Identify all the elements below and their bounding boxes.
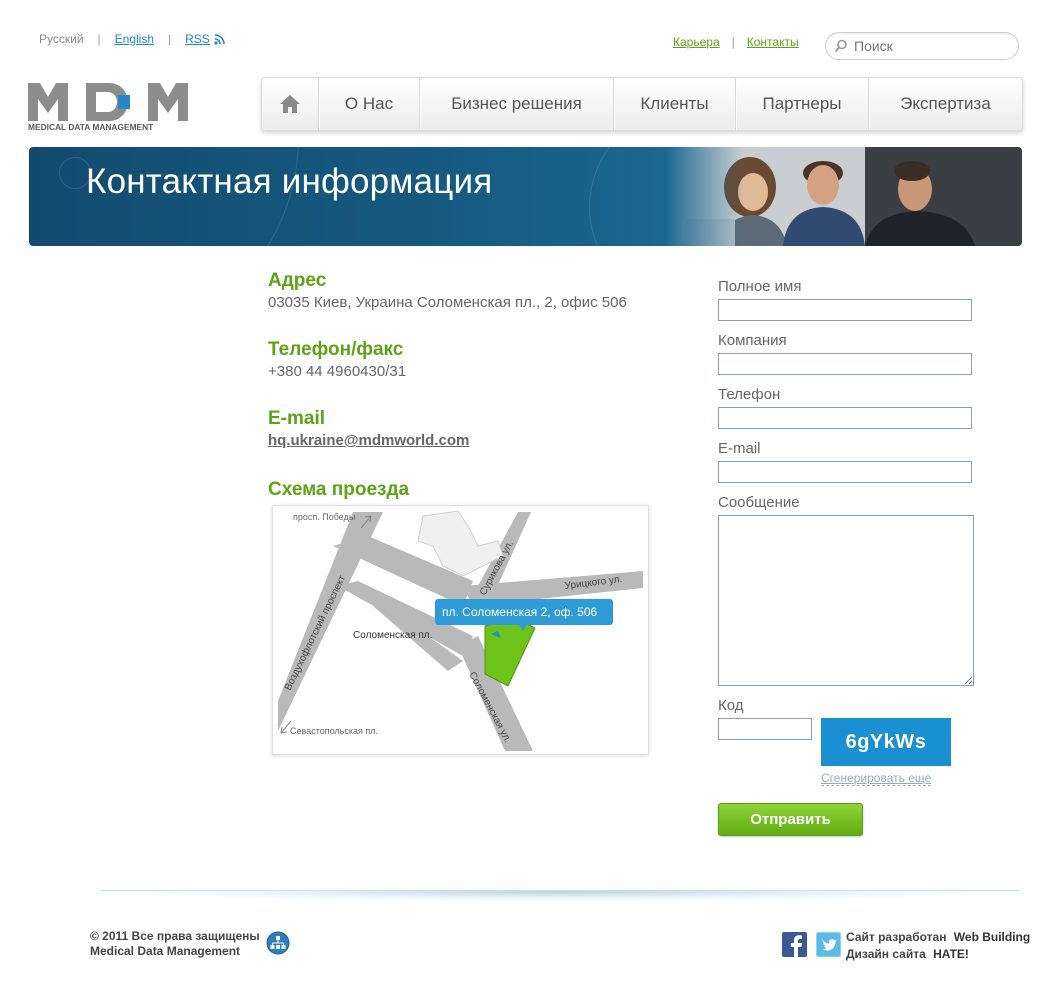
logo-subtitle: MEDICAL DATA MANAGEMENT [28, 122, 154, 131]
rss-link[interactable]: RSS [185, 32, 210, 46]
phone-label: Телефон [718, 386, 781, 403]
nav-item-partners[interactable]: Партнеры [736, 78, 869, 130]
separator: | [168, 32, 172, 46]
full-name-input[interactable] [718, 299, 972, 321]
regenerate-captcha-link[interactable]: Сгенерировать еще [821, 771, 932, 786]
nav-item-clients[interactable]: Клиенты [614, 78, 736, 130]
map-drawing: пл. Соломенская 2, оф. 506 просп. Победы… [273, 506, 648, 754]
location-map[interactable]: пл. Соломенская 2, оф. 506 просп. Победы… [272, 505, 649, 755]
phone-text: +380 44 4960430/31 [268, 363, 407, 380]
footer-divider [100, 890, 1020, 902]
submit-button[interactable]: Отправить [718, 803, 863, 836]
address-text: 03035 Киев, Украина Соломенская пл., 2, … [268, 294, 627, 311]
full-name-label: Полное имя [718, 278, 802, 295]
search-input[interactable] [854, 38, 1004, 54]
map-heading: Схема проезда [268, 479, 410, 500]
company-input[interactable] [718, 353, 972, 375]
page-banner: Контактная информация [29, 147, 1022, 246]
copyright-line: © 2011 Все права защищены [90, 929, 260, 943]
map-label-pobedy: просп. Победы [293, 512, 355, 522]
hate-link[interactable]: HATE! [933, 947, 969, 961]
top-links: Карьера | Контакты [673, 35, 799, 49]
email-input[interactable] [718, 461, 972, 483]
web-building-link[interactable]: Web Building [954, 930, 1030, 944]
address-heading: Адрес [268, 270, 327, 291]
mdm-logo[interactable]: MEDICAL DATA MANAGEMENT [28, 83, 190, 131]
career-link[interactable]: Карьера [673, 35, 720, 49]
page-title: Контактная информация [86, 162, 493, 201]
separator: | [97, 32, 101, 46]
search-box [825, 32, 1019, 60]
company-label: Компания [718, 332, 787, 349]
lang-english-link[interactable]: English [115, 32, 154, 46]
phone-input[interactable] [718, 407, 972, 429]
language-bar: Русский | English | RSS [39, 32, 225, 46]
message-textarea[interactable] [718, 515, 974, 686]
footer-copyright: © 2011 Все права защищены Medical Data M… [90, 929, 260, 959]
email-heading: E-mail [268, 408, 326, 429]
company-name: Medical Data Management [90, 944, 241, 958]
designer-label: Дизайн сайта [846, 947, 926, 961]
nav-item-business-solutions[interactable]: Бизнес решения [420, 78, 614, 130]
nav-item-expertise[interactable]: Экспертиза [869, 78, 1022, 130]
message-label: Сообщение [718, 494, 800, 511]
footer-credits: Сайт разработан Web Building Дизайн сайт… [846, 929, 1030, 963]
phone-heading: Телефон/факс [268, 339, 404, 360]
main-nav: О Нас Бизнес решения Клиенты Партнеры Эк… [261, 77, 1023, 131]
map-callout-text: пл. Соломенская 2, оф. 506 [442, 605, 598, 619]
search-icon[interactable] [834, 39, 848, 53]
sitemap-icon[interactable] [266, 931, 290, 955]
twitter-icon[interactable] [816, 932, 841, 957]
rss-icon[interactable] [214, 33, 225, 45]
map-label-solomenskaya-square: Соломенская пл. [353, 630, 432, 641]
captcha-image: 6gYkWs [821, 718, 951, 766]
captcha-code-input[interactable] [718, 718, 812, 740]
email-label: E-mail [718, 440, 761, 457]
home-icon[interactable] [279, 94, 301, 114]
facebook-icon[interactable] [782, 932, 807, 957]
separator: | [731, 35, 735, 49]
contacts-link[interactable]: Контакты [747, 35, 799, 49]
lang-russian: Русский [39, 32, 84, 46]
nav-item-about[interactable]: О Нас [319, 78, 420, 130]
map-label-sevastopolskaya: Севастопольская пл. [290, 726, 378, 736]
code-label: Код [718, 697, 744, 714]
banner-people-photo [665, 147, 1022, 246]
email-link[interactable]: hq.ukraine@mdmworld.com [268, 432, 469, 449]
developer-label: Сайт разработан [846, 930, 947, 944]
nav-home[interactable] [262, 78, 319, 130]
